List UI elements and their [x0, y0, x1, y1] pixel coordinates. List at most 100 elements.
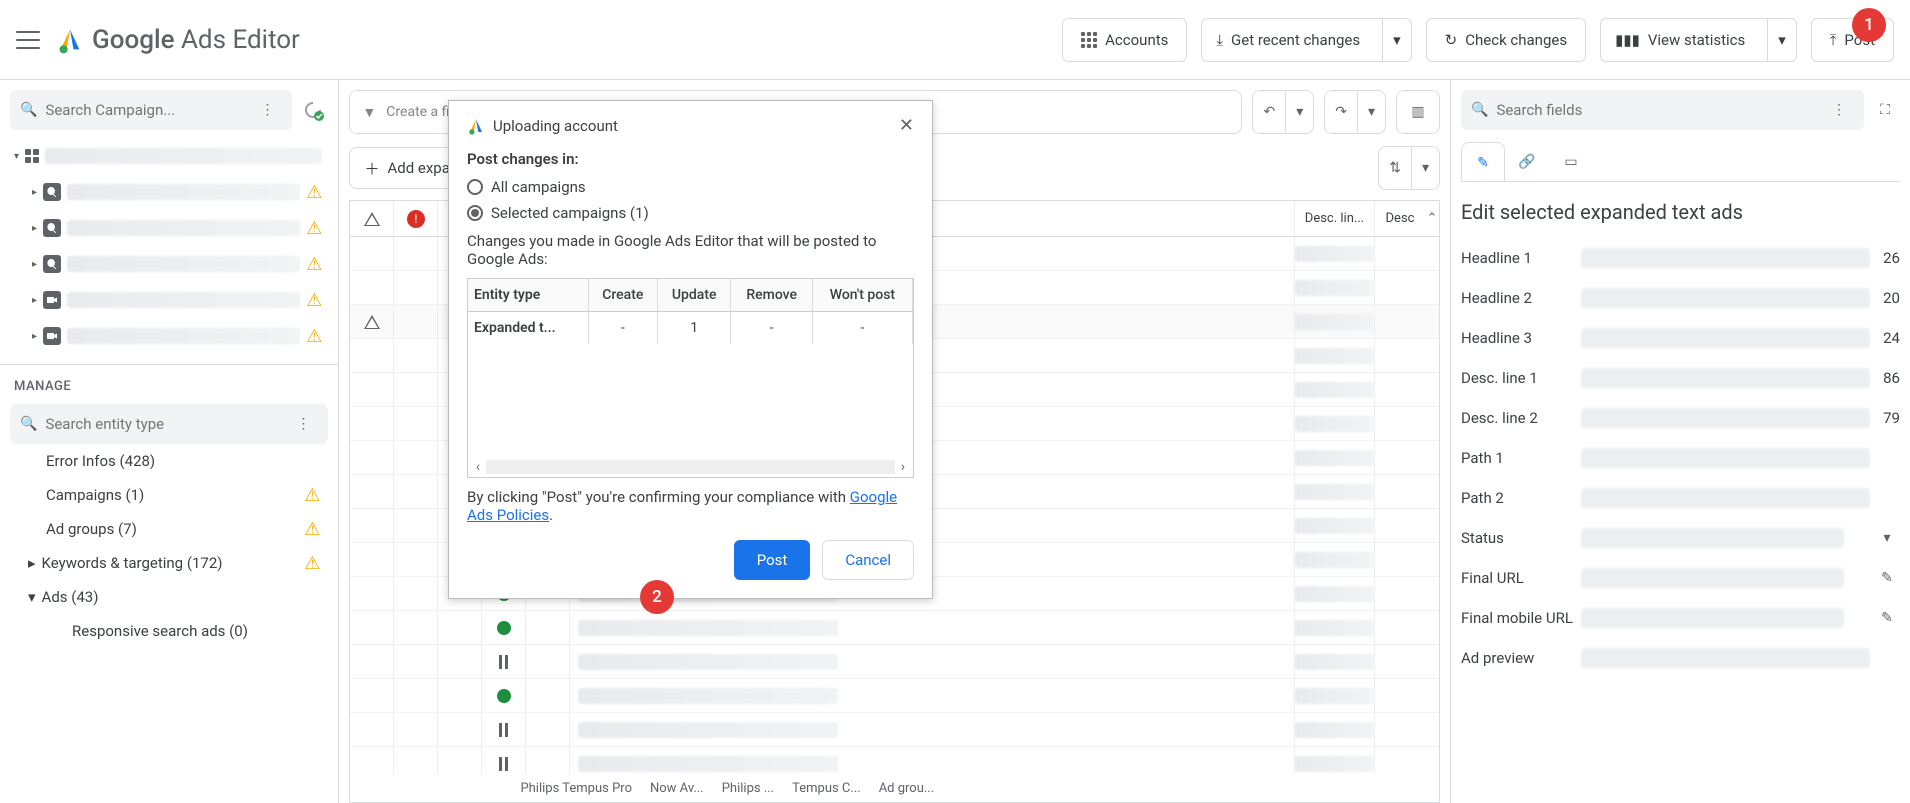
entity-type-item[interactable]: Campaigns (1)⚠ — [10, 478, 328, 512]
field-value-redacted[interactable] — [1581, 648, 1870, 668]
hdr-desc-line1[interactable]: Desc. lin... — [1295, 201, 1375, 236]
radio-all-campaigns[interactable]: All campaigns — [467, 178, 914, 196]
modal-cancel-button[interactable]: Cancel — [822, 540, 914, 580]
field-value-redacted[interactable] — [1581, 608, 1844, 628]
redo-button[interactable]: ↷▾ — [1324, 90, 1386, 134]
field-value-redacted[interactable] — [1581, 288, 1870, 308]
field-value-redacted[interactable] — [1581, 368, 1870, 388]
get-recent-label: Get recent changes — [1231, 31, 1360, 49]
stats-dropdown[interactable]: ▾ — [1767, 19, 1796, 61]
field-value-redacted[interactable] — [1581, 408, 1870, 428]
radio-selected-campaigns[interactable]: Selected campaigns (1) — [467, 204, 914, 222]
left-sidebar: 🔍 ⋮ ▾ ▸⚠ ▸⚠ ▸⚠ ▸⚠ ▸⚠ MANAGE 🔍 ⋮ — [0, 80, 339, 803]
field-row[interactable]: Final mobile URL✎ — [1461, 598, 1900, 638]
status-enabled-icon — [497, 689, 511, 703]
field-value-redacted[interactable] — [1581, 328, 1870, 348]
field-char-count: 26 — [1870, 249, 1900, 267]
link-icon: 🔗 — [1518, 154, 1535, 170]
field-value-redacted[interactable] — [1581, 448, 1870, 468]
fields-search[interactable]: 🔍 ⋮ — [1461, 90, 1864, 130]
get-recent-dropdown[interactable]: ▾ — [1382, 19, 1411, 61]
chevron-down-icon[interactable]: ▾ — [1411, 147, 1439, 189]
hamburger-icon[interactable] — [16, 28, 40, 52]
modal-post-button[interactable]: Post — [734, 540, 811, 580]
hdr-delta[interactable] — [350, 201, 394, 236]
entity-type-item[interactable]: Error Infos (428) — [10, 444, 328, 478]
campaign-row[interactable]: ▸⚠ — [14, 246, 328, 282]
campaign-row[interactable]: ▸⚠ — [14, 210, 328, 246]
radio-label: Selected campaigns (1) — [491, 204, 649, 222]
entity-label: Responsive search ads (0) — [72, 622, 248, 640]
search-more-icon[interactable]: ⋮ — [252, 95, 282, 125]
field-row[interactable]: Headline 324 — [1461, 318, 1900, 358]
entity-type-item[interactable]: ▸Keywords & targeting (172)⚠ — [10, 546, 328, 580]
scroll-right-icon[interactable]: › — [895, 459, 911, 475]
account-name-redacted — [45, 148, 322, 164]
field-value-redacted[interactable] — [1581, 528, 1844, 548]
chevron-down-icon[interactable]: ▾ — [1357, 91, 1385, 133]
field-row[interactable]: Final URL✎ — [1461, 558, 1900, 598]
pencil-icon[interactable]: ✎ — [1874, 610, 1900, 626]
chevron-down-icon: ▾ — [1778, 31, 1786, 49]
entity-more-icon[interactable]: ⋮ — [288, 409, 318, 439]
scroll-up-icon[interactable]: ⌃ — [1425, 211, 1439, 226]
grid-row[interactable] — [350, 645, 1439, 679]
check-changes-button[interactable]: ↻ Check changes — [1426, 18, 1586, 62]
field-row[interactable]: Headline 220 — [1461, 278, 1900, 318]
campaign-search[interactable]: 🔍 ⋮ — [10, 90, 292, 130]
grid-row[interactable] — [350, 713, 1439, 747]
sync-status-icon[interactable] — [298, 95, 328, 125]
field-row[interactable]: Path 1 — [1461, 438, 1900, 478]
field-row[interactable]: Desc. line 186 — [1461, 358, 1900, 398]
table-scrollbar[interactable]: ‹› — [470, 459, 911, 475]
field-row[interactable]: Status▾ — [1461, 518, 1900, 558]
campaign-row[interactable]: ▸⚠ — [14, 318, 328, 354]
pencil-icon[interactable]: ✎ — [1874, 570, 1900, 586]
grid-row[interactable] — [350, 611, 1439, 645]
entity-type-item[interactable]: Responsive search ads (0) — [10, 614, 328, 648]
tab-url[interactable]: 🔗 — [1505, 142, 1549, 182]
campaign-row[interactable]: ▸⚠ — [14, 282, 328, 318]
field-value-redacted[interactable] — [1581, 568, 1844, 588]
entity-type-item[interactable]: ▾Ads (43) — [10, 580, 328, 614]
field-row[interactable]: Ad preview — [1461, 638, 1900, 678]
campaign-search-input[interactable] — [45, 101, 244, 119]
grid-row[interactable] — [350, 747, 1439, 774]
field-row[interactable]: Desc. line 279 — [1461, 398, 1900, 438]
undo-button[interactable]: ↶▾ — [1252, 90, 1314, 134]
field-value-redacted[interactable] — [1581, 248, 1870, 268]
entity-type-item[interactable]: Ad groups (7)⚠ — [10, 512, 328, 546]
get-recent-changes-button[interactable]: ⤓Get recent changes ▾ — [1201, 18, 1411, 62]
modal-close-icon[interactable]: ✕ — [899, 115, 914, 136]
hdr-error[interactable]: ! — [394, 201, 438, 236]
entity-search[interactable]: 🔍 ⋮ — [10, 404, 328, 444]
account-row[interactable]: ▾ — [14, 138, 328, 174]
cell-redacted — [578, 722, 838, 738]
chevron-down-icon[interactable]: ▾ — [1874, 530, 1900, 546]
sort-button[interactable]: ⇅▾ — [1378, 146, 1440, 190]
tab-edit[interactable]: ✎ — [1461, 142, 1505, 182]
entity-label: Error Infos (428) — [46, 452, 155, 470]
fields-more-icon[interactable]: ⋮ — [1824, 95, 1854, 125]
field-value-redacted[interactable] — [1581, 488, 1870, 508]
caret-icon: ▾ — [28, 588, 36, 606]
entity-search-input[interactable] — [45, 415, 280, 433]
grid-footer-row: Philips Tempus ProNow Av...Philips ...Te… — [350, 774, 1439, 802]
field-row[interactable]: Path 2 — [1461, 478, 1900, 518]
tab-label[interactable]: ▭ — [1549, 142, 1593, 182]
logo-text-bold: Google — [92, 25, 175, 55]
cell-redacted — [1295, 586, 1374, 602]
video-campaign-icon — [43, 291, 61, 309]
campaign-row[interactable]: ▸⚠ — [14, 174, 328, 210]
filter-icon: ▼ — [362, 104, 376, 121]
fields-search-input[interactable] — [1496, 101, 1816, 119]
field-row[interactable]: Headline 126 — [1461, 238, 1900, 278]
accounts-button[interactable]: Accounts — [1062, 18, 1187, 62]
scroll-left-icon[interactable]: ‹ — [470, 459, 486, 475]
columns-button[interactable]: ▥ — [1396, 90, 1440, 134]
grid-row[interactable] — [350, 679, 1439, 713]
expand-panel-icon[interactable]: ⛶ — [1870, 95, 1900, 125]
chevron-down-icon[interactable]: ▾ — [1285, 91, 1313, 133]
view-statistics-button[interactable]: ▮▮▮View statistics ▾ — [1600, 18, 1797, 62]
hdr-desc-line2[interactable]: Desc — [1375, 201, 1425, 236]
